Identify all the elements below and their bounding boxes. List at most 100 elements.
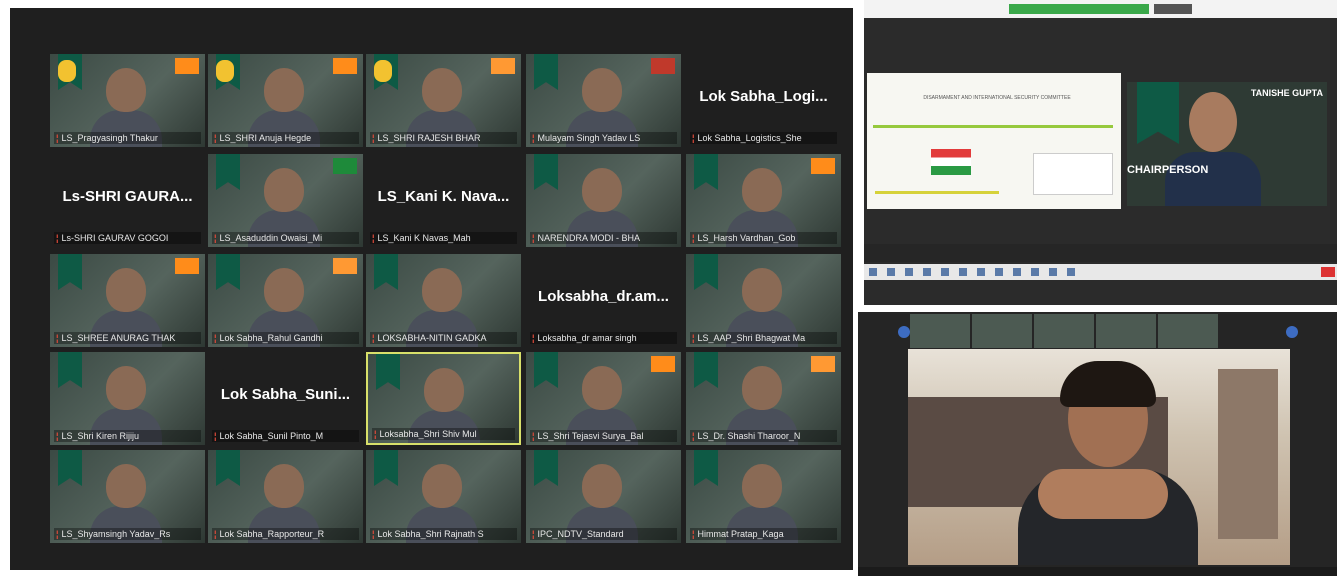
participant-tile[interactable]: ¦ LS_AAP_Shri Bhagwat Ma: [686, 254, 841, 347]
participant-tile[interactable]: ¦ LS_Harsh Vardhan_Gob: [686, 154, 841, 247]
participant-tile[interactable]: ¦ LS_SHREE ANURAG THAK: [50, 254, 205, 347]
app-icon[interactable]: [959, 268, 967, 276]
prev-page-icon[interactable]: [898, 326, 910, 338]
person-head: [106, 268, 146, 312]
muted-mic-icon: ¦: [214, 233, 217, 243]
thumbnail[interactable]: [910, 314, 970, 348]
participant-name-label: ¦ Himmat Pratap_Kaga: [690, 528, 837, 540]
flag-icon: [333, 58, 357, 74]
person-head: [422, 68, 462, 112]
thumbnail[interactable]: [972, 314, 1032, 348]
os-taskbar: [864, 264, 1337, 280]
participant-tile[interactable]: ¦ LS_Shri Kiren Rijiju: [50, 352, 205, 445]
raised-hand-icon: [216, 60, 234, 82]
participant-name: NARENDRA MODI - BHA: [537, 233, 641, 243]
participant-tile[interactable]: Lok Sabha_Logi... ¦ Lok Sabha_Logistics_Sh…: [686, 54, 841, 147]
app-icon[interactable]: [905, 268, 913, 276]
participant-tile[interactable]: Loksabha_dr.am... ¦ Loksabha_dr amar singh: [526, 254, 681, 347]
participant-tile[interactable]: Lok Sabha_Suni... ¦ Lok Sabha_Sunil Pinto_…: [208, 352, 363, 445]
participant-name-label: ¦ Lok Sabha_Logistics_She: [690, 132, 837, 144]
app-icon[interactable]: [1013, 268, 1021, 276]
participant-tile[interactable]: ¦ IPC_NDTV_Standard: [526, 450, 681, 543]
participant-name-label: ¦ LS_SHREE ANURAG THAK: [54, 332, 201, 344]
flag-icon: [651, 356, 675, 372]
participant-name: LS_Shri Kiren Rijiju: [61, 431, 140, 441]
app-icon[interactable]: [941, 268, 949, 276]
pennant-logo: [694, 450, 718, 486]
participant-tile[interactable]: ¦ LS_Shri Tejasvi Surya_Bal: [526, 352, 681, 445]
participant-name-label: ¦ Lok Sabha_Rapporteur_R: [212, 528, 359, 540]
participant-name: Loksabha_dr amar singh: [537, 333, 637, 343]
end-button[interactable]: [1321, 267, 1335, 277]
participant-tile[interactable]: ¦ LS_Pragyasingh Thakur: [50, 54, 205, 147]
app-icon[interactable]: [869, 268, 877, 276]
pennant-logo: [58, 352, 82, 388]
raised-hand-icon: [58, 60, 76, 82]
participant-name: Mulayam Singh Yadav LS: [537, 133, 641, 143]
browser-tab-active[interactable]: [1009, 4, 1149, 14]
participant-tile[interactable]: ¦ Loksabha_Shri Shiv Mul: [366, 352, 521, 445]
muted-mic-icon: ¦: [56, 431, 59, 441]
person-body: [1165, 152, 1261, 206]
meeting-toolbar[interactable]: [864, 244, 1337, 262]
participant-tile[interactable]: ¦ LS_SHRI RAJESH BHAR: [366, 54, 521, 147]
participant-display-name: Loksabha_dr.am...: [538, 288, 669, 305]
participant-name-label: ¦ LS_Harsh Vardhan_Gob: [690, 232, 837, 244]
participant-name-label: ¦ Lok Sabha_Shri Rajnath S: [370, 528, 517, 540]
muted-mic-icon: ¦: [214, 133, 217, 143]
pennant-logo: [216, 254, 240, 290]
flag-icon: [333, 258, 357, 274]
app-icon[interactable]: [995, 268, 1003, 276]
participant-name: LS_Shyamsingh Yadav_Rs: [61, 529, 171, 539]
participant-name: LS_SHRI RAJESH BHAR: [377, 133, 481, 143]
participant-tile[interactable]: ¦ LS_SHRI Anuja Hegde: [208, 54, 363, 147]
muted-mic-icon: ¦: [56, 133, 59, 143]
participant-name-label: ¦ LS_Asaduddin Owaisi_Mi: [212, 232, 359, 244]
participant-name-label: ¦ Mulayam Singh Yadav LS: [530, 132, 677, 144]
app-icon[interactable]: [1067, 268, 1075, 276]
background-door: [1218, 369, 1278, 539]
participant-tile[interactable]: ¦ Lok Sabha_Shri Rajnath S: [366, 450, 521, 543]
muted-mic-icon: ¦: [214, 431, 217, 441]
flag-icon: [811, 158, 835, 174]
muted-mic-icon: ¦: [372, 233, 375, 243]
participant-tile[interactable]: ¦ Lok Sabha_Rapporteur_R: [208, 450, 363, 543]
pennant-logo: [534, 154, 558, 190]
participant-tile[interactable]: ¦ LS_Shyamsingh Yadav_Rs: [50, 450, 205, 543]
app-icon[interactable]: [977, 268, 985, 276]
thumbnail[interactable]: [1158, 314, 1218, 348]
active-speaker-video: [908, 349, 1290, 565]
flag-icon: [651, 58, 675, 74]
thumbnail[interactable]: [1034, 314, 1094, 348]
thumbnail[interactable]: [1096, 314, 1156, 348]
muted-mic-icon: ¦: [532, 233, 535, 243]
participant-tile[interactable]: ¦ LS_Dr. Shashi Tharoor_N: [686, 352, 841, 445]
person-head: [424, 368, 464, 412]
muted-mic-icon: ¦: [214, 529, 217, 539]
participant-tile[interactable]: ¦ Himmat Pratap_Kaga: [686, 450, 841, 543]
app-icon[interactable]: [923, 268, 931, 276]
participant-tile[interactable]: ¦ Mulayam Singh Yadav LS: [526, 54, 681, 147]
pennant-logo: [374, 450, 398, 486]
participant-name: Lok Sabha_Rapporteur_R: [219, 529, 325, 539]
person-head: [106, 68, 146, 112]
participant-tile[interactable]: ¦ Lok Sabha_Rahul Gandhi: [208, 254, 363, 347]
pennant-logo: [216, 154, 240, 190]
document-title: DISARMAMENT AND INTERNATIONAL SECURITY C…: [923, 95, 1071, 101]
participant-tile[interactable]: ¦ NARENDRA MODI - BHA: [526, 154, 681, 247]
app-icon[interactable]: [887, 268, 895, 276]
yellow-bar: [875, 191, 999, 194]
browser-tab[interactable]: [1154, 4, 1192, 14]
next-page-icon[interactable]: [1286, 326, 1298, 338]
person-head: [106, 464, 146, 508]
participant-tile[interactable]: ¦ LS_Asaduddin Owaisi_Mi: [208, 154, 363, 247]
person-head: [582, 168, 622, 212]
app-icon[interactable]: [1031, 268, 1039, 276]
app-icon[interactable]: [1049, 268, 1057, 276]
participant-name: LS_Kani K Navas_Mah: [377, 233, 471, 243]
pennant-logo: [376, 354, 400, 390]
participant-name: Lok Sabha_Sunil Pinto_M: [219, 431, 324, 441]
participant-tile[interactable]: Ls-SHRI GAURA... ¦ Ls-SHRI GAURAV GOGOI: [50, 154, 205, 247]
participant-tile[interactable]: ¦ LOKSABHA-NITIN GADKA: [366, 254, 521, 347]
participant-tile[interactable]: LS_Kani K. Nava... ¦ LS_Kani K Navas_Mah: [366, 154, 521, 247]
